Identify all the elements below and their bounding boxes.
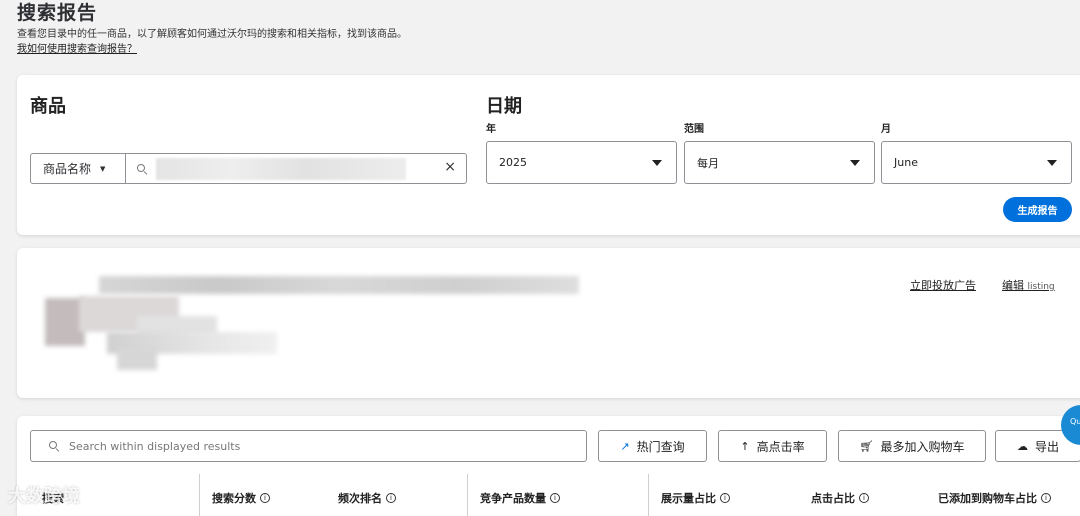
range-select[interactable]: 每月 (684, 141, 875, 184)
column-header-label: 展示量占比 (661, 492, 716, 505)
column-header-label: 已添加到购物车占比 (938, 492, 1037, 505)
export-label: 导出 (1034, 439, 1059, 454)
column-header-label: 搜索分数 (212, 492, 256, 505)
redacted-product-price (117, 348, 157, 370)
edit-link-suffix: listing (1027, 282, 1055, 292)
watermark: 大数跨境 (8, 486, 80, 507)
most-add-to-cart-label: 最多加入购物车 (880, 439, 965, 454)
date-section-title: 日期 (486, 96, 522, 117)
redacted-product-title (99, 276, 579, 294)
year-select[interactable]: 2025 (486, 141, 677, 184)
chevron-down-icon (652, 159, 662, 166)
results-search-input[interactable]: Search within displayed results (30, 430, 587, 462)
info-icon[interactable]: i (859, 493, 869, 503)
info-icon[interactable]: i (386, 493, 396, 503)
column-header-label: 频次排名 (338, 492, 382, 505)
advertise-now-link[interactable]: 立即投放广告 (910, 277, 976, 293)
column-header-frequency-rank[interactable]: 频次排名 i (338, 490, 396, 506)
page-title: 搜索报告 (17, 2, 98, 24)
year-value: 2025 (499, 156, 527, 169)
filter-card: 商品 商品名称 ▼ × 日期 年 2025 范围 每月 月 June 生成报告 (17, 75, 1080, 235)
page-description: 查看您目录中的任一商品，以了解顾客如何通过沃尔玛的搜索和相关指标，找到该商品。 (17, 29, 407, 40)
product-card: 立即投放广告 编辑 listing (17, 248, 1080, 398)
generate-report-button[interactable]: 生成报告 (1003, 197, 1072, 222)
results-card: Search within displayed results ↗ 热门查询 ↑… (17, 416, 1080, 516)
chevron-down-icon (850, 159, 860, 166)
trending-queries-label: 热门查询 (636, 439, 685, 454)
column-header-add-to-cart-share[interactable]: 已添加到购物车占比 i (938, 490, 1051, 506)
edit-listing-link[interactable]: 编辑 listing (1002, 277, 1055, 293)
product-search-input[interactable]: × (126, 154, 466, 183)
column-header-label: 竞争产品数量 (480, 492, 546, 505)
cart-icon: 🛒︎ (859, 439, 874, 453)
help-link[interactable]: 我如何使用搜索查询报告？ (17, 40, 137, 55)
column-divider (648, 474, 649, 516)
redacted-search-value (156, 158, 406, 180)
info-icon[interactable]: i (720, 493, 730, 503)
top-ctr-button[interactable]: ↑ 高点击率 (718, 430, 827, 462)
column-header-search-score[interactable]: 搜索分数 i (212, 490, 270, 506)
month-value: June (894, 156, 918, 169)
trend-icon: ↗ (620, 439, 630, 453)
product-section-title: 商品 (30, 96, 66, 117)
info-icon[interactable]: i (1041, 493, 1051, 503)
info-icon[interactable]: i (550, 493, 560, 503)
info-icon[interactable]: i (260, 493, 270, 503)
column-header-click-share[interactable]: 点击占比 i (811, 490, 869, 506)
chevron-down-icon (1047, 159, 1057, 166)
search-icon (137, 163, 147, 174)
product-type-label: 商品名称 (43, 162, 92, 176)
range-value: 每月 (697, 156, 719, 170)
chevron-down-icon: ▼ (100, 164, 106, 173)
trending-queries-button[interactable]: ↗ 热门查询 (598, 430, 707, 462)
results-search-placeholder: Search within displayed results (69, 439, 241, 453)
column-header-competing-products[interactable]: 竞争产品数量 i (480, 490, 560, 506)
column-divider (199, 474, 200, 516)
arrow-up-icon: ↑ (740, 439, 750, 453)
column-divider (467, 474, 468, 516)
column-header-label: 点击占比 (811, 492, 855, 505)
year-label: 年 (486, 124, 496, 135)
most-add-to-cart-button[interactable]: 🛒︎ 最多加入购物车 (838, 430, 986, 462)
range-label: 范围 (684, 124, 704, 135)
product-type-select[interactable]: 商品名称 ▼ (31, 154, 126, 183)
column-header-impression-share[interactable]: 展示量占比 i (661, 490, 730, 506)
edit-link-label: 编辑 (1002, 279, 1024, 292)
cloud-download-icon: ☁ (1016, 439, 1028, 453)
month-select[interactable]: June (881, 141, 1072, 184)
search-icon (49, 441, 59, 451)
close-icon[interactable]: × (444, 159, 456, 175)
product-search-group: 商品名称 ▼ × (30, 153, 467, 184)
top-ctr-label: 高点击率 (756, 439, 805, 454)
month-label: 月 (881, 124, 891, 135)
